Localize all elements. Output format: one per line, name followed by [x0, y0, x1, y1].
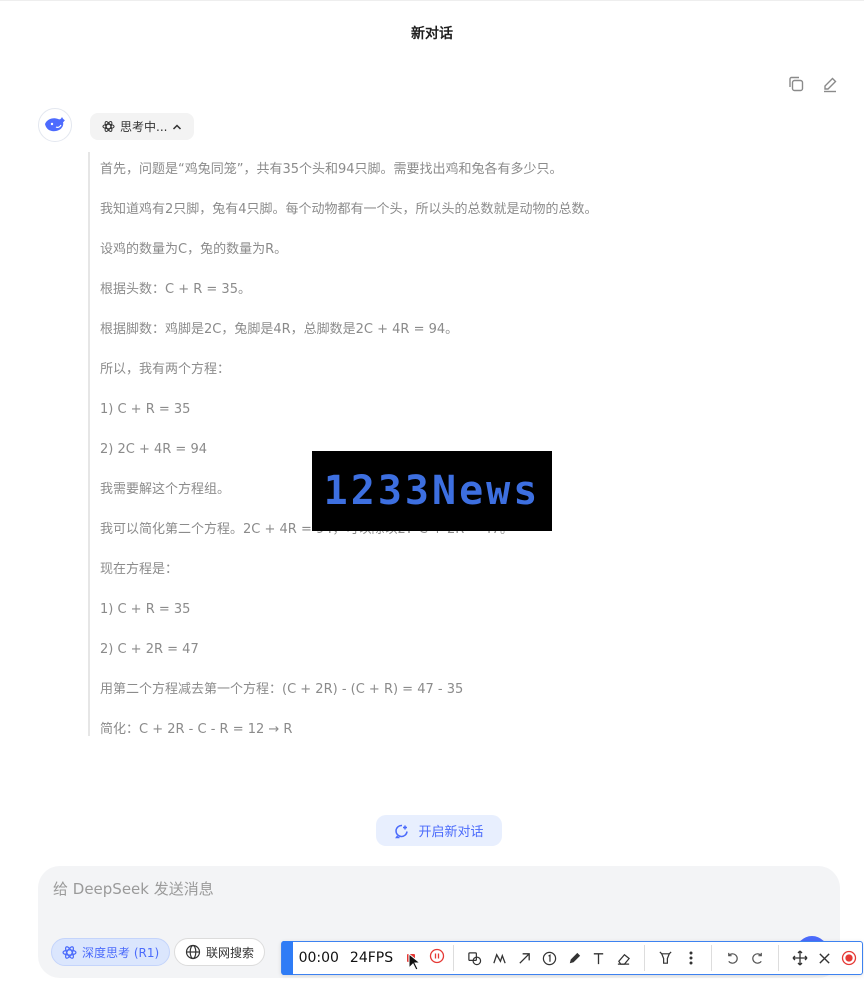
deep-think-toggle[interactable]: 深度思考 (R1)	[51, 938, 171, 966]
toolbar-divider	[778, 945, 780, 971]
thought-line: 首先，问题是“鸡兔同笼”，共有35个头和94只脚。需要找出鸡和兔各有多少只。	[100, 162, 563, 177]
toolbar-divider	[711, 945, 713, 971]
thought-line: 2) C + 2R = 47	[100, 642, 199, 657]
pause-icon[interactable]	[429, 948, 445, 969]
undo-icon[interactable]	[720, 945, 745, 971]
spotlight-tool-icon[interactable]	[653, 945, 678, 971]
atom-icon	[102, 121, 115, 132]
toolbar-divider	[644, 945, 646, 971]
redo-icon[interactable]	[745, 945, 770, 971]
eraser-tool-icon[interactable]	[611, 945, 636, 971]
more-options-icon[interactable]	[678, 945, 703, 971]
thought-line: 简化：C + 2R - C - R = 12 → R	[100, 722, 293, 736]
thinking-toggle[interactable]: 思考中...	[90, 113, 195, 140]
globe-icon	[185, 944, 201, 960]
recording-fps: 24FPS	[349, 950, 394, 966]
deep-think-label: 深度思考 (R1)	[82, 945, 160, 960]
mouse-cursor-icon	[408, 952, 422, 976]
new-chat-button[interactable]: 开启新对话	[376, 815, 502, 846]
record-icon[interactable]	[837, 945, 862, 971]
web-search-label: 联网搜索	[206, 945, 255, 960]
deepseek-avatar	[38, 108, 72, 142]
thought-line: 根据脚数：鸡脚是2C，兔脚是4R，总脚数是2C + 4R = 94。	[100, 322, 459, 337]
recording-time: 00:00	[298, 950, 339, 966]
thought-line: 所以，我有两个方程：	[100, 362, 231, 377]
shape-tool-icon[interactable]	[462, 945, 487, 971]
polyline-tool-icon[interactable]	[487, 945, 512, 971]
new-chat-icon	[395, 824, 409, 838]
top-bar: 新对话	[0, 0, 864, 60]
conversation-title: 新对话	[411, 26, 453, 42]
atom-icon	[62, 945, 77, 959]
thought-line: 设鸡的数量为C，兔的数量为R。	[100, 242, 288, 257]
thinking-status-label: 思考中...	[120, 120, 168, 134]
thought-line: 1) C + R = 35	[100, 402, 191, 417]
message-input[interactable]	[53, 880, 753, 898]
top-actions	[786, 74, 840, 94]
thought-line: 我知道鸡有2只脚，兔有4只脚。每个动物都有一个头，所以头的总数就是动物的总数。	[100, 202, 598, 217]
web-search-toggle[interactable]: 联网搜索	[174, 938, 266, 966]
thought-line: 用第二个方程减去第一个方程：(C + 2R) - (C + R) = 47 - …	[100, 682, 464, 697]
new-chat-label: 开启新对话	[418, 825, 484, 840]
screen-recorder-toolbar: 00:00 24FPS	[281, 941, 863, 975]
thinking-content: 首先，问题是“鸡兔同笼”，共有35个头和94只脚。需要找出鸡和兔各有多少只。 我…	[88, 152, 688, 736]
chevron-up-icon	[173, 123, 182, 130]
watermark-text: 1233News	[323, 468, 541, 514]
thought-line: 现在方程是：	[100, 562, 179, 577]
arrow-tool-icon[interactable]	[512, 945, 537, 971]
thought-line: 1) C + R = 35	[100, 602, 191, 617]
edit-icon[interactable]	[820, 74, 840, 94]
text-tool-icon[interactable]	[587, 945, 612, 971]
drag-handle[interactable]	[282, 941, 293, 975]
number-marker-icon[interactable]	[537, 945, 562, 971]
move-icon[interactable]	[787, 945, 812, 971]
watermark-banner: 1233News	[312, 451, 552, 531]
whale-logo-icon	[45, 117, 65, 132]
pen-tool-icon[interactable]	[562, 945, 587, 971]
toolbar-divider	[452, 945, 454, 971]
close-icon[interactable]	[812, 945, 837, 971]
thought-line: 根据头数：C + R = 35。	[100, 282, 251, 297]
copy-icon[interactable]	[786, 74, 806, 94]
